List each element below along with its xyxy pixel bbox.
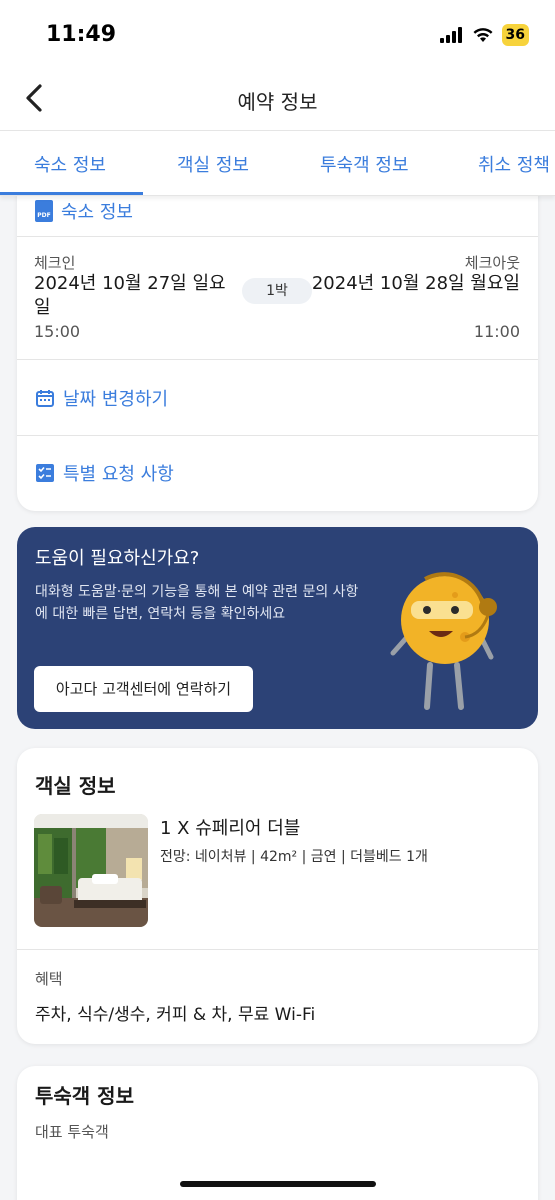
divider [17,359,538,360]
divider [17,236,538,237]
status-icons: 36 [439,24,529,46]
page-title: 예약 정보 [237,90,318,114]
status-time: 11:49 [46,22,117,47]
support-mascot-illustration [390,572,497,710]
checkout-date: 2024년 10월 28일 월요일 [311,273,520,294]
lead-guest-label: 대표 투숙객 [35,1123,109,1141]
wifi-icon [473,28,493,42]
home-indicator [180,1181,376,1187]
help-title: 도움이 필요하신가요? [35,548,200,569]
checkin-time: 15:00 [34,322,81,341]
room-photo[interactable] [34,814,148,927]
checkout-label: 체크아웃 [464,254,520,272]
guest-section-title: 투숙객 정보 [35,1084,134,1108]
divider [17,949,538,950]
special-request-label: 특별 요청 사항 [63,464,174,485]
room-info-card: 객실 정보 1 X 슈페리어 더블 전망: 네이처뷰 | 42m² | 금연 |… [17,748,538,1044]
guest-info-card: 투숙객 정보 대표 투숙객 [17,1066,538,1200]
tab-guest-info[interactable]: 투숙객 정보 [320,151,409,177]
signal-icon [439,27,462,43]
benefit-value: 주차, 식수/생수, 커피 & 차, 무료 Wi-Fi [35,1005,316,1025]
change-dates-label: 날짜 변경하기 [63,389,169,410]
checkin-label: 체크인 [34,254,76,272]
active-tab-indicator [0,192,143,195]
stay-info-card: PDF 숙소 정보 체크인 2024년 10월 27일 일요일 15:00 1박… [17,196,538,511]
pdf-icon: PDF [35,200,53,222]
checkin-date: 2024년 10월 27일 일요일 [34,273,226,318]
help-card: 도움이 필요하신가요? 대화형 도움말·문의 기능을 통해 본 예약 관련 문의… [17,527,538,729]
contact-customer-center-button[interactable]: 아고다 고객센터에 연락하기 [34,666,253,712]
tab-bar: 숙소 정보 객실 정보 투숙객 정보 취소 정책 [0,130,555,196]
tab-cancellation-policy[interactable]: 취소 정책 [478,151,550,177]
room-section-title: 객실 정보 [35,774,116,798]
nights-badge: 1박 [242,278,312,304]
room-details: 전망: 네이처뷰 | 42m² | 금연 | 더블베드 1개 [160,849,428,865]
property-info-pdf-link[interactable]: PDF 숙소 정보 [35,198,133,224]
tab-room-info[interactable]: 객실 정보 [177,151,249,177]
pdf-link-label: 숙소 정보 [61,202,133,223]
divider [17,435,538,436]
checklist-icon [36,464,54,482]
special-request-button[interactable]: 특별 요청 사항 [35,460,174,486]
help-description: 대화형 도움말·문의 기능을 통해 본 예약 관련 문의 사항에 대한 빠른 답… [35,584,359,622]
navigation-bar: 예약 정보 [0,66,555,130]
tab-property-info[interactable]: 숙소 정보 [34,151,106,177]
room-name: 1 X 슈페리어 더블 [160,818,301,839]
benefit-label: 혜택 [35,970,63,988]
change-dates-button[interactable]: 날짜 변경하기 [35,385,168,411]
scroll-content[interactable]: PDF 숙소 정보 체크인 2024년 10월 27일 일요일 15:00 1박… [0,196,555,1200]
battery-indicator: 36 [501,24,529,46]
checkout-time: 11:00 [473,322,520,341]
status-bar: 11:49 36 [0,0,555,66]
room-photo-image [34,814,148,927]
calendar-icon [36,390,54,407]
